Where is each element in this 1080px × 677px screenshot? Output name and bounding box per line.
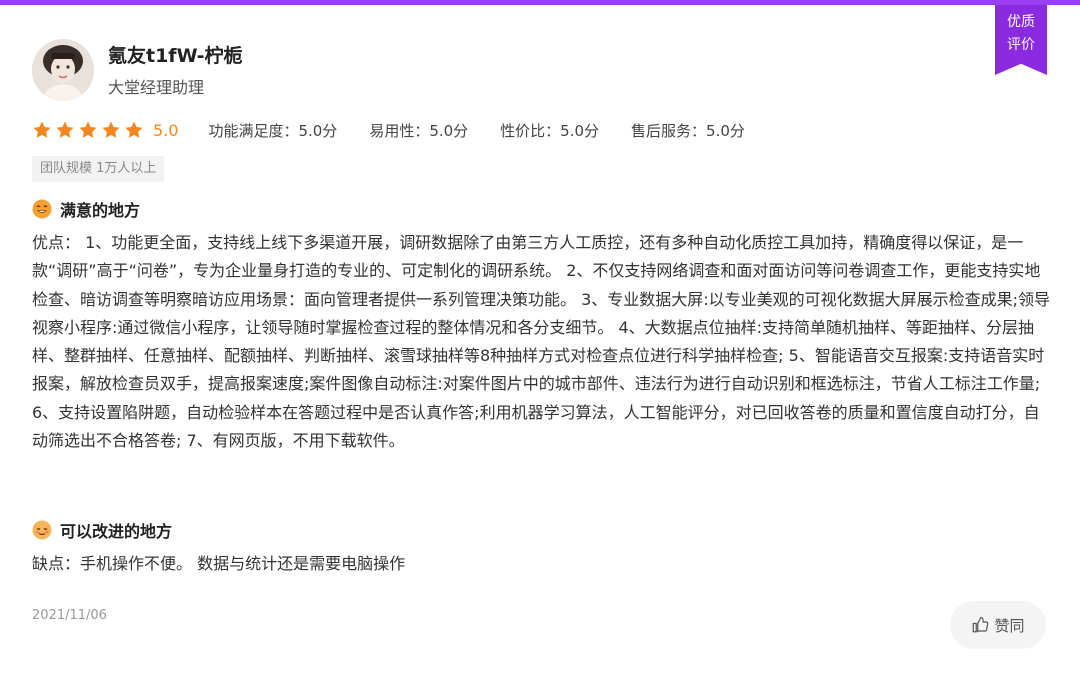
- star-icon: [102, 121, 120, 138]
- review-date: 2021/11/06: [32, 608, 107, 623]
- badge-line-1: 优质: [1007, 14, 1035, 30]
- thumbs-up-icon: [973, 616, 989, 633]
- cons-heading: 可以改进的地方: [32, 518, 172, 542]
- cons-text: 缺点：手机操作不便。 数据与统计还是需要电脑操作: [32, 554, 406, 573]
- overall-score: 5.0: [153, 120, 179, 140]
- star-icon: [79, 121, 97, 138]
- metric-value: 性价比：5.0分: [500, 121, 600, 140]
- pros-heading: 满意的地方: [32, 197, 140, 221]
- badge-line-2: 评价: [1007, 37, 1035, 53]
- star-icon: [56, 121, 74, 138]
- like-button[interactable]: 赞同: [950, 601, 1046, 649]
- pros-heading-label: 满意的地方: [60, 201, 141, 220]
- pros-text: 优点： 1、功能更全面，支持线上线下多渠道开展，调研数据除了由第三方人工质控，还…: [32, 233, 1051, 451]
- star-rating: [32, 120, 147, 140]
- cons-heading-label: 可以改进的地方: [60, 522, 173, 541]
- reviewer-title: 大堂经理助理: [108, 78, 205, 97]
- metric-usability: 易用性：5.0分: [369, 121, 469, 140]
- relieved-emoji-icon: [32, 520, 52, 540]
- avatar-portrait-icon: [32, 39, 94, 101]
- team-size-tag: 团队规模 1万人以上: [32, 156, 165, 182]
- star-icon: [125, 121, 143, 138]
- like-button-label: 赞同: [994, 616, 1025, 635]
- metric-after-sales: 售后服务：5.0分: [631, 121, 745, 140]
- metric-functionality: 功能满足度：5.0分: [208, 121, 338, 140]
- smile-emoji-icon: [32, 199, 52, 219]
- rating-row: 5.0 功能满足度：5.0分 易用性：5.0分 性价比：5.0分 售后服务：5.…: [32, 118, 777, 142]
- avatar[interactable]: [32, 39, 94, 101]
- star-icon: [33, 121, 51, 138]
- reviewer-name[interactable]: 氪友t1fW-柠栀: [108, 41, 243, 68]
